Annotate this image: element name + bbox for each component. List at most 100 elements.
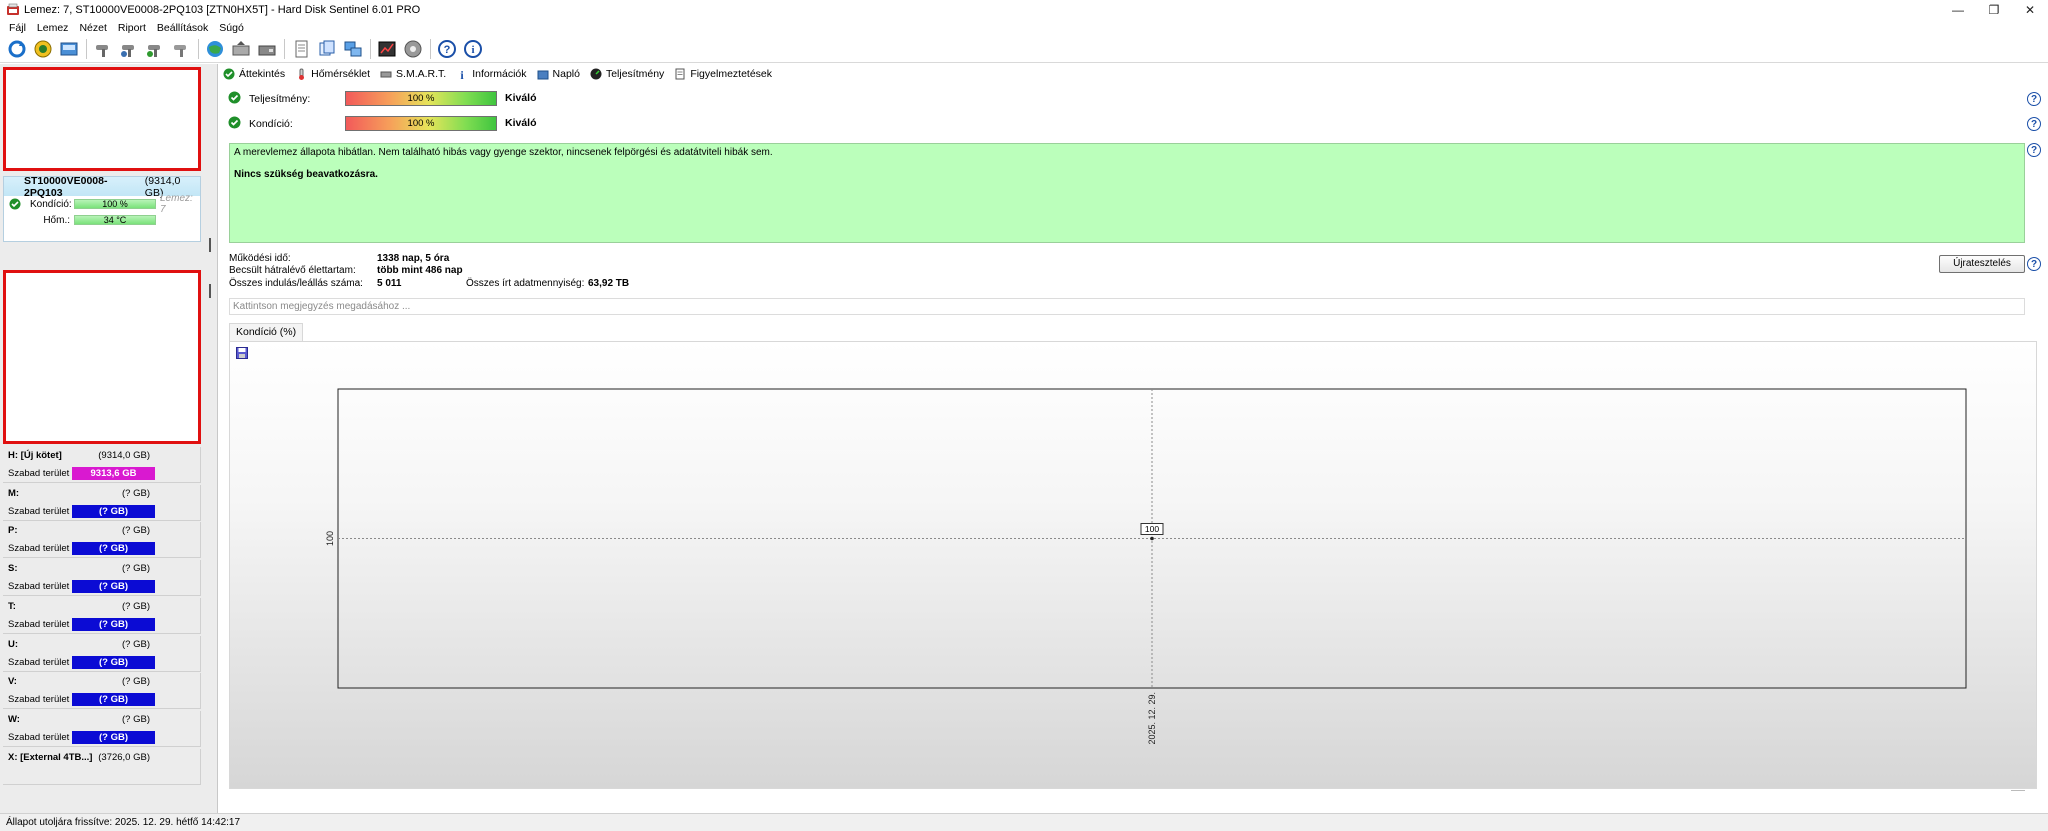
help-icon[interactable]: ? [2027,143,2041,157]
start-stop-label: Összes indulás/leállás száma: [229,278,363,289]
volume-item[interactable]: H: [Új kötet] (9314,0 GB) Szabad terület 93… [3,447,201,483]
volume-item[interactable]: M: (? GB) Szabad terület (? GB) [3,484,201,521]
free-space-label: Szabad terület [8,505,70,517]
network-icon[interactable] [342,38,364,60]
help-icon[interactable]: ? [2027,257,2041,271]
note-input[interactable]: Kattintson megjegyzés megadásához ... [229,298,2025,315]
disk-condition-row: Kondíció: 100 % Lemez: 7 [4,193,200,215]
globe-icon[interactable] [204,38,226,60]
wrench-check-icon[interactable] [144,38,166,60]
copy-icon[interactable] [316,38,338,60]
condition-chart: 2025. 12. 29. 100 100 [229,341,2037,789]
temp-label: Hőm.: [43,214,70,226]
volume-size: (? GB) [122,600,150,612]
menu-settings[interactable]: Beállítások [152,22,214,34]
hdd-arrow-icon[interactable] [230,38,252,60]
hdd-icon[interactable] [256,38,278,60]
retest-button[interactable]: Újratesztelés [1939,255,2025,273]
volume-name: P: [8,525,18,537]
menu-disk[interactable]: Lemez [32,22,75,34]
data-label: 100 [1145,524,1159,534]
uptime-label: Működési idő: [229,253,291,264]
toolbar-separator [430,39,431,59]
toolbar-separator [370,39,371,59]
volume-name: S: [8,563,18,575]
condition-status: Kiváló [505,117,537,129]
resize-grip[interactable] [2011,790,2025,792]
chart-tab-condition[interactable]: Kondíció (%) [229,323,304,341]
volume-name: W: [8,713,20,725]
volume-item[interactable]: U: (? GB) Szabad terület (? GB) [3,635,201,672]
condition-row: Kondíció: [228,115,319,133]
menu-report[interactable]: Riport [113,22,152,34]
tab-performance[interactable]: Teljesítmény [590,68,664,80]
tab-information[interactable]: i Információk [456,68,527,80]
help-icon[interactable]: ? [436,38,458,60]
chart-svg: 2025. 12. 29. 100 100 [325,388,1967,745]
tab-label: Teljesítmény [605,68,665,80]
refresh-icon[interactable] [6,38,28,60]
log-icon [537,68,549,80]
volume-item[interactable]: X: [External 4TB...] (3726,0 GB) [3,748,201,785]
disk-card[interactable]: ST10000VE0008-2PQ103 (9314,0 GB) Kondíci… [3,175,201,242]
redacted-disk-area [3,67,201,171]
minimize-button[interactable]: — [1940,0,1976,19]
maximize-button[interactable]: ❐ [1976,0,2012,19]
tab-warnings[interactable]: Figyelmeztetések [674,68,772,80]
tab-label: Hőmérséklet [311,68,371,80]
app-window: Lemez: 7, ST10000VE0008-2PQ103 [ZTN0HX5T… [0,0,2048,831]
free-space-label: Szabad terület [8,543,70,555]
volume-item[interactable]: S: (? GB) Szabad terület (? GB) [3,560,201,597]
tab-label: Napló [552,68,580,80]
volume-item[interactable]: V: (? GB) Szabad terület (? GB) [3,673,201,710]
last-updated-text: Állapot utoljára frissítve: 2025. 12. 29… [6,817,241,828]
condition-bar: 100 % [345,116,497,131]
toolbar-separator [198,39,199,59]
written-data-value: 63,92 TB [588,278,630,289]
info-icon[interactable]: i [462,38,484,60]
volume-item[interactable]: P: (? GB) Szabad terület (? GB) [3,522,201,559]
help-icon[interactable]: ? [2027,117,2041,131]
window-controls: — ❐ ✕ [1940,0,2048,19]
close-button[interactable]: ✕ [2012,0,2048,19]
free-space-bar: (? GB) [72,580,155,594]
help-icon[interactable]: ? [2027,92,2041,106]
sound-icon[interactable] [402,38,424,60]
menu-help[interactable]: Súgó [214,22,250,34]
free-space-label: Szabad terület [8,581,70,593]
tab-overview[interactable]: Áttekintés [223,68,285,80]
menu-file[interactable]: Fájl [4,22,32,34]
wrench-icon[interactable] [92,38,114,60]
condition-label: Kondíció: [30,198,72,210]
tab-temperature[interactable]: Hőmérséklet [295,68,370,80]
tab-label: Áttekintés [239,68,286,80]
volume-name: T: [8,600,16,612]
tab-smart[interactable]: S.M.A.R.T. [380,68,446,80]
free-space-bar: (? GB) [72,617,155,631]
free-space-label: Szabad terület [8,694,70,706]
start-stop-value: 5 011 [377,278,402,289]
tab-log[interactable]: Napló [537,68,580,80]
wrench-alt-icon[interactable] [170,38,192,60]
main-tabs: Áttekintés Hőmérséklet S.M.A.R.T. i Info… [223,65,782,83]
volume-size: (? GB) [122,525,150,537]
thermometer-icon [295,68,307,80]
smart-icon [380,68,392,80]
svg-text:?: ? [444,44,451,56]
alert-icon[interactable] [32,38,54,60]
volume-size: (? GB) [122,676,150,688]
volume-size: (? GB) [122,713,150,725]
volume-item[interactable]: T: (? GB) Szabad terület (? GB) [3,597,201,634]
volume-item[interactable]: W: (? GB) Szabad terület (? GB) [3,710,201,747]
splitter-handle[interactable] [209,238,211,252]
splitter-handle[interactable] [209,284,211,298]
status-recommendation: Nincs szükség beavatkozásra. [234,169,378,180]
chart-icon[interactable] [376,38,398,60]
wrench-gear-icon[interactable] [118,38,140,60]
report-icon[interactable] [290,38,312,60]
menu-view[interactable]: Nézet [74,22,112,34]
svg-text:i: i [461,68,465,80]
svg-text:i: i [471,44,474,56]
disk-info-icon[interactable] [58,38,80,60]
toolbar-separator [86,39,87,59]
